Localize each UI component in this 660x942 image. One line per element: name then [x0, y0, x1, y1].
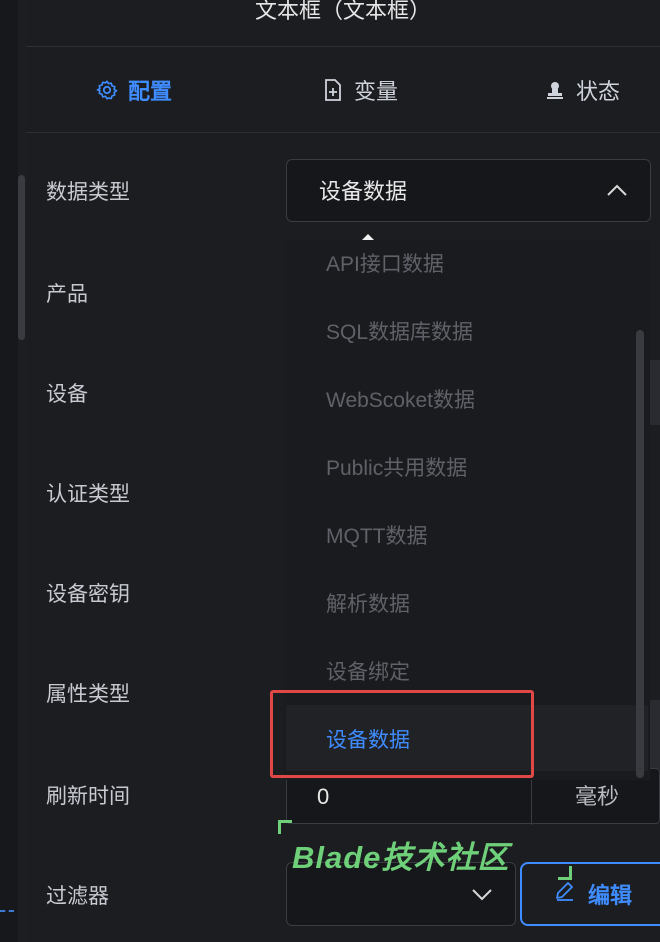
gear-icon: [96, 79, 118, 101]
stamp-icon: [544, 79, 566, 101]
dropdown-option[interactable]: WebScoket数据: [326, 384, 475, 414]
data-type-select[interactable]: 设备数据: [286, 159, 651, 222]
tab-bar: 配置 变量 状态: [26, 47, 660, 133]
watermark: Blade技术社区: [292, 840, 510, 875]
edit-button-label: 编辑: [588, 883, 633, 908]
dropdown-option[interactable]: SQL数据库数据: [326, 316, 473, 346]
panel-title: 文本框（文本框）: [254, 0, 431, 23]
dropdown-option[interactable]: MQTT数据: [326, 520, 427, 550]
edit-button[interactable]: 编辑: [520, 862, 660, 926]
tab-status[interactable]: 状态: [544, 47, 620, 133]
hidden-field-edge: [650, 700, 660, 770]
tab-config[interactable]: 配置: [96, 47, 172, 133]
watermark-corner: [278, 820, 292, 834]
label-refresh-time: 刷新时间: [46, 785, 130, 808]
chevron-up-icon: [606, 180, 628, 202]
label-auth-type: 认证类型: [46, 483, 130, 506]
tab-status-label: 状态: [576, 79, 621, 104]
left-scrollbar-thumb[interactable]: [18, 175, 25, 340]
watermark-corner: [558, 866, 572, 880]
tab-config-label: 配置: [128, 79, 173, 104]
add-file-icon: [322, 79, 344, 101]
dropdown-scrollbar-thumb[interactable]: [636, 330, 644, 778]
left-dashed-indicator: [0, 910, 14, 912]
dropdown-option[interactable]: API接口数据: [326, 248, 444, 278]
dropdown-option[interactable]: 设备绑定: [326, 656, 410, 686]
highlight-box: [270, 690, 534, 778]
tab-variables[interactable]: 变量: [322, 47, 398, 133]
label-attr-type: 属性类型: [46, 683, 130, 706]
tab-variables-label: 变量: [354, 79, 399, 104]
dropdown-option[interactable]: Public共用数据: [326, 452, 467, 482]
label-filter: 过滤器: [46, 885, 109, 908]
label-product: 产品: [46, 283, 88, 306]
config-panel: 文本框（文本框） 配置 变量 状态 数据类型 产品 设备 认证类型 设备密钥 属…: [26, 0, 660, 942]
label-device-key: 设备密钥: [46, 583, 130, 606]
data-type-value: 设备数据: [319, 179, 408, 204]
label-data-type: 数据类型: [46, 181, 130, 204]
dropdown-option[interactable]: 解析数据: [326, 588, 410, 618]
chevron-down-icon: [471, 883, 493, 905]
left-scroll-track: [18, 0, 26, 942]
edit-pen-icon: [554, 880, 576, 908]
hidden-field-edge: [650, 360, 660, 425]
label-device: 设备: [46, 383, 88, 406]
left-strip: [0, 0, 26, 942]
